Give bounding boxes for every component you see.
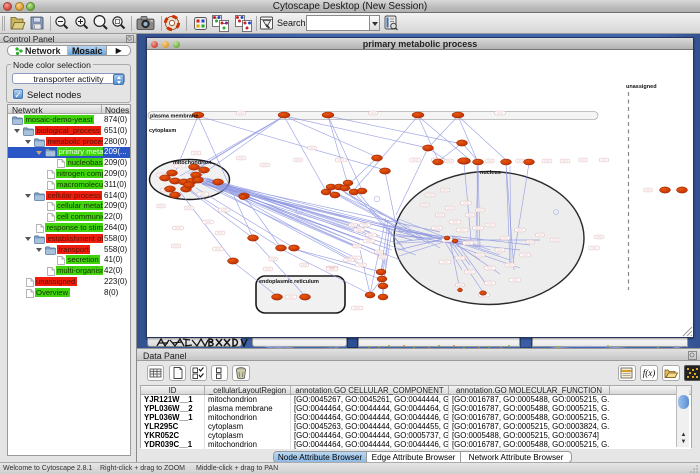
svg-text:cytoplasm: cytoplasm [149, 128, 176, 134]
svg-text:unassigned: unassigned [626, 84, 657, 90]
svg-text:nucleus: nucleus [480, 170, 501, 176]
svg-text:plasma membrane: plasma membrane [150, 114, 198, 120]
svg-text:mitochondrion: mitochondrion [173, 160, 212, 166]
svg-text:endoplasmic reticulum: endoplasmic reticulum [259, 279, 319, 285]
